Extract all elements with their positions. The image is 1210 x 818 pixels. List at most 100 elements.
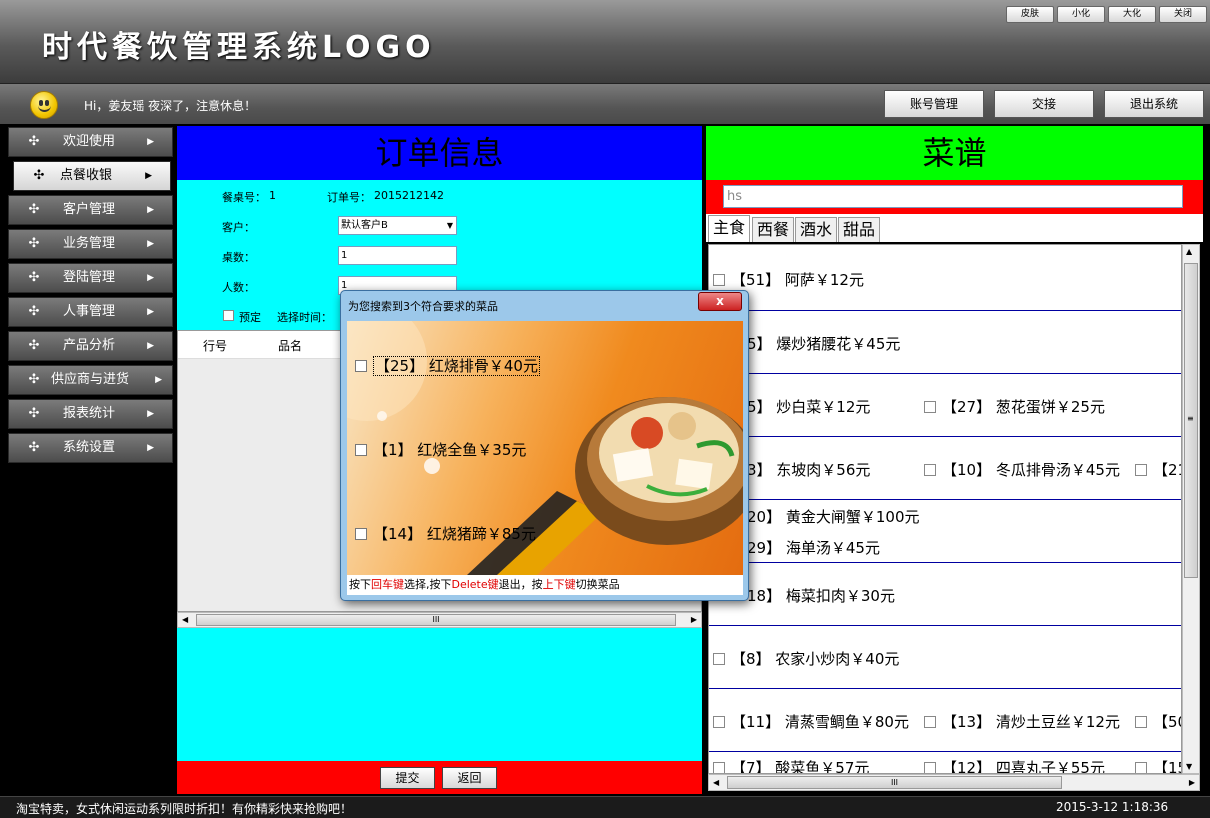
dish-search-input[interactable]: hs xyxy=(723,185,1183,208)
result-checkbox[interactable] xyxy=(355,444,367,456)
dish-label: 18】 梅菜扣肉￥30元 xyxy=(747,587,895,605)
tab-desserts[interactable]: 甜品 xyxy=(838,217,880,242)
sidebar-item-product-analysis[interactable]: ✣ 产品分析 ▶ xyxy=(8,331,173,361)
dish-item[interactable]: 29】 海单汤￥45元 xyxy=(747,537,880,558)
dish-item[interactable]: 5】 爆炒猪腰花￥45元 xyxy=(747,333,900,354)
dish-checkbox[interactable] xyxy=(713,653,725,665)
account-management-button[interactable]: 账号管理 xyxy=(884,90,984,118)
handover-button[interactable]: 交接 xyxy=(994,90,1094,118)
scroll-left-icon[interactable]: ◀ xyxy=(713,775,719,790)
sidebar-item-login[interactable]: ✣ 登陆管理 ▶ xyxy=(8,263,173,293)
dish-checkbox[interactable] xyxy=(1135,464,1147,476)
dish-checkbox[interactable] xyxy=(1135,716,1147,728)
dialog-hint: 按下回车键选择,按下Delete键退出，按上下键切换菜品 xyxy=(347,575,743,595)
maximize-button[interactable]: 大化 xyxy=(1108,6,1156,23)
scroll-right-icon[interactable]: ▶ xyxy=(1189,775,1195,790)
reserve-checkbox[interactable] xyxy=(223,310,234,321)
scrollbar-thumb[interactable]: III xyxy=(196,614,676,626)
status-bar: 淘宝特卖，女式休闲运动系列限时折扣！有你精彩快来抢购吧！ 2015-3-12 1… xyxy=(0,796,1210,818)
triangle-right-icon: ▶ xyxy=(147,239,154,249)
tables-count-input[interactable]: 1 xyxy=(338,246,457,265)
dish-item[interactable]: 3】 东坡肉￥56元 xyxy=(747,459,870,480)
list-item: 【8】 农家小炒肉￥40元 xyxy=(709,626,1181,689)
tab-staple[interactable]: 主食 xyxy=(708,215,750,242)
scroll-up-icon[interactable]: ▲ xyxy=(1186,247,1192,256)
triangle-right-icon: ▶ xyxy=(145,171,152,181)
skin-button[interactable]: 皮肤 xyxy=(1006,6,1054,23)
sidebar-item-reports[interactable]: ✣ 报表统计 ▶ xyxy=(8,399,173,429)
dish-item[interactable]: 【7】 酸菜鱼￥57元 xyxy=(713,757,869,773)
dish-checkbox[interactable] xyxy=(924,716,936,728)
dish-item[interactable]: 【50 xyxy=(1135,711,1181,732)
search-result-item[interactable]: 【1】 红烧全鱼￥35元 xyxy=(355,439,526,460)
submit-button[interactable]: 提交 xyxy=(380,767,435,789)
result-checkbox[interactable] xyxy=(355,528,367,540)
result-checkbox[interactable] xyxy=(355,360,367,372)
sidebar-item-suppliers[interactable]: ✣ 供应商与进货 ▶ xyxy=(8,365,173,395)
scrollbar-thumb[interactable]: ≡ xyxy=(1184,263,1198,578)
move-arrows-icon: ✣ xyxy=(28,304,40,319)
dialog-close-button[interactable]: x xyxy=(698,292,742,311)
dish-item[interactable]: 【15 xyxy=(1135,757,1181,773)
exit-system-button[interactable]: 退出系统 xyxy=(1104,90,1204,118)
scroll-right-icon[interactable]: ▶ xyxy=(691,613,697,627)
customer-select[interactable]: 默认客户B ▼ xyxy=(338,216,457,235)
sidebar-item-personnel[interactable]: ✣ 人事管理 ▶ xyxy=(8,297,173,327)
list-item: 5】 爆炒猪腰花￥45元 xyxy=(709,311,1181,374)
dish-label: 【51】 阿萨￥12元 xyxy=(731,271,864,289)
dish-checkbox[interactable] xyxy=(713,716,725,728)
scroll-left-icon[interactable]: ◀ xyxy=(182,613,188,627)
sidebar-item-settings[interactable]: ✣ 系统设置 ▶ xyxy=(8,433,173,463)
dish-checkbox[interactable] xyxy=(713,762,725,773)
dish-label: 【11】 清蒸雪鲷鱼￥80元 xyxy=(731,713,909,731)
sidebar-item-business[interactable]: ✣ 业务管理 ▶ xyxy=(8,229,173,259)
dish-label: 【12】 四喜丸子￥55元 xyxy=(942,759,1105,774)
sidebar-item-customers[interactable]: ✣ 客户管理 ▶ xyxy=(8,195,173,225)
marquee-ad-text[interactable]: 淘宝特卖，女式休闲运动系列限时折扣！有你精彩快来抢购吧！ xyxy=(16,800,352,817)
dish-list-vertical-scrollbar[interactable]: ▲ ≡ ▼ xyxy=(1182,244,1200,774)
sidebar-item-order-checkout[interactable]: ✣ 点餐收银 ▶ xyxy=(13,161,171,191)
tab-drinks[interactable]: 酒水 xyxy=(795,217,837,242)
menu-tabs: 主食 西餐 酒水 甜品 xyxy=(706,214,1203,242)
dish-item[interactable]: 【12】 四喜丸子￥55元 xyxy=(924,757,1105,774)
dish-item[interactable]: 【51】 阿萨￥12元 xyxy=(713,269,864,290)
close-button[interactable]: 关闭 xyxy=(1159,6,1207,23)
sidebar-item-label: 供应商与进货 xyxy=(51,372,130,387)
sidebar-item-welcome[interactable]: ✣ 欢迎使用 ▶ xyxy=(8,127,173,157)
list-item: 【51】 阿萨￥12元 xyxy=(709,245,1181,311)
sidebar-item-label: 人事管理 xyxy=(63,304,116,319)
scroll-down-icon[interactable]: ▼ xyxy=(1186,762,1192,771)
dish-checkbox[interactable] xyxy=(1135,762,1147,773)
search-result-item[interactable]: 【14】 红烧猪蹄￥85元 xyxy=(355,523,536,544)
tab-western[interactable]: 西餐 xyxy=(752,217,794,242)
dish-item[interactable]: 18】 梅菜扣肉￥30元 xyxy=(747,585,895,606)
dish-list-horizontal-scrollbar[interactable]: ◀ III ▶ xyxy=(708,774,1200,791)
dish-checkbox[interactable] xyxy=(924,401,936,413)
close-icon: x xyxy=(716,294,724,308)
dish-item[interactable]: 【21 xyxy=(1135,459,1181,480)
sidebar-item-label: 欢迎使用 xyxy=(63,134,116,149)
column-header-row-no[interactable]: 行号 xyxy=(203,337,227,354)
dish-label: 【50 xyxy=(1153,713,1181,731)
scrollbar-thumb[interactable]: III xyxy=(727,776,1062,789)
search-result-item[interactable]: 【25】 红烧排骨￥40元 xyxy=(355,355,540,376)
minimize-button[interactable]: 小化 xyxy=(1057,6,1105,23)
dish-item[interactable]: 【13】 清炒土豆丝￥12元 xyxy=(924,711,1120,732)
back-button[interactable]: 返回 xyxy=(442,767,497,789)
column-header-item-name[interactable]: 品名 xyxy=(278,337,302,354)
dish-item[interactable]: 【10】 冬瓜排骨汤￥45元 xyxy=(924,459,1120,480)
triangle-right-icon: ▶ xyxy=(147,205,154,215)
result-label: 【14】 红烧猪蹄￥85元 xyxy=(373,525,536,543)
dish-item[interactable]: 5】 炒白菜￥12元 xyxy=(747,396,870,417)
result-label: 【25】 红烧排骨￥40元 xyxy=(373,356,540,376)
dish-checkbox[interactable] xyxy=(924,464,936,476)
dish-item[interactable]: 【11】 清蒸雪鲷鱼￥80元 xyxy=(713,711,909,732)
dish-item[interactable]: 20】 黄金大闸蟹￥100元 xyxy=(747,506,920,527)
dish-checkbox[interactable] xyxy=(713,274,725,286)
dish-item[interactable]: 【27】 葱花蛋饼￥25元 xyxy=(924,396,1105,417)
dish-checkbox[interactable] xyxy=(924,762,936,773)
dish-item[interactable]: 【8】 农家小炒肉￥40元 xyxy=(713,648,899,669)
order-table-horizontal-scrollbar[interactable]: ◀ III ▶ xyxy=(177,612,702,628)
order-panel-title: 订单信息 xyxy=(177,126,702,180)
triangle-right-icon: ▶ xyxy=(147,341,154,351)
